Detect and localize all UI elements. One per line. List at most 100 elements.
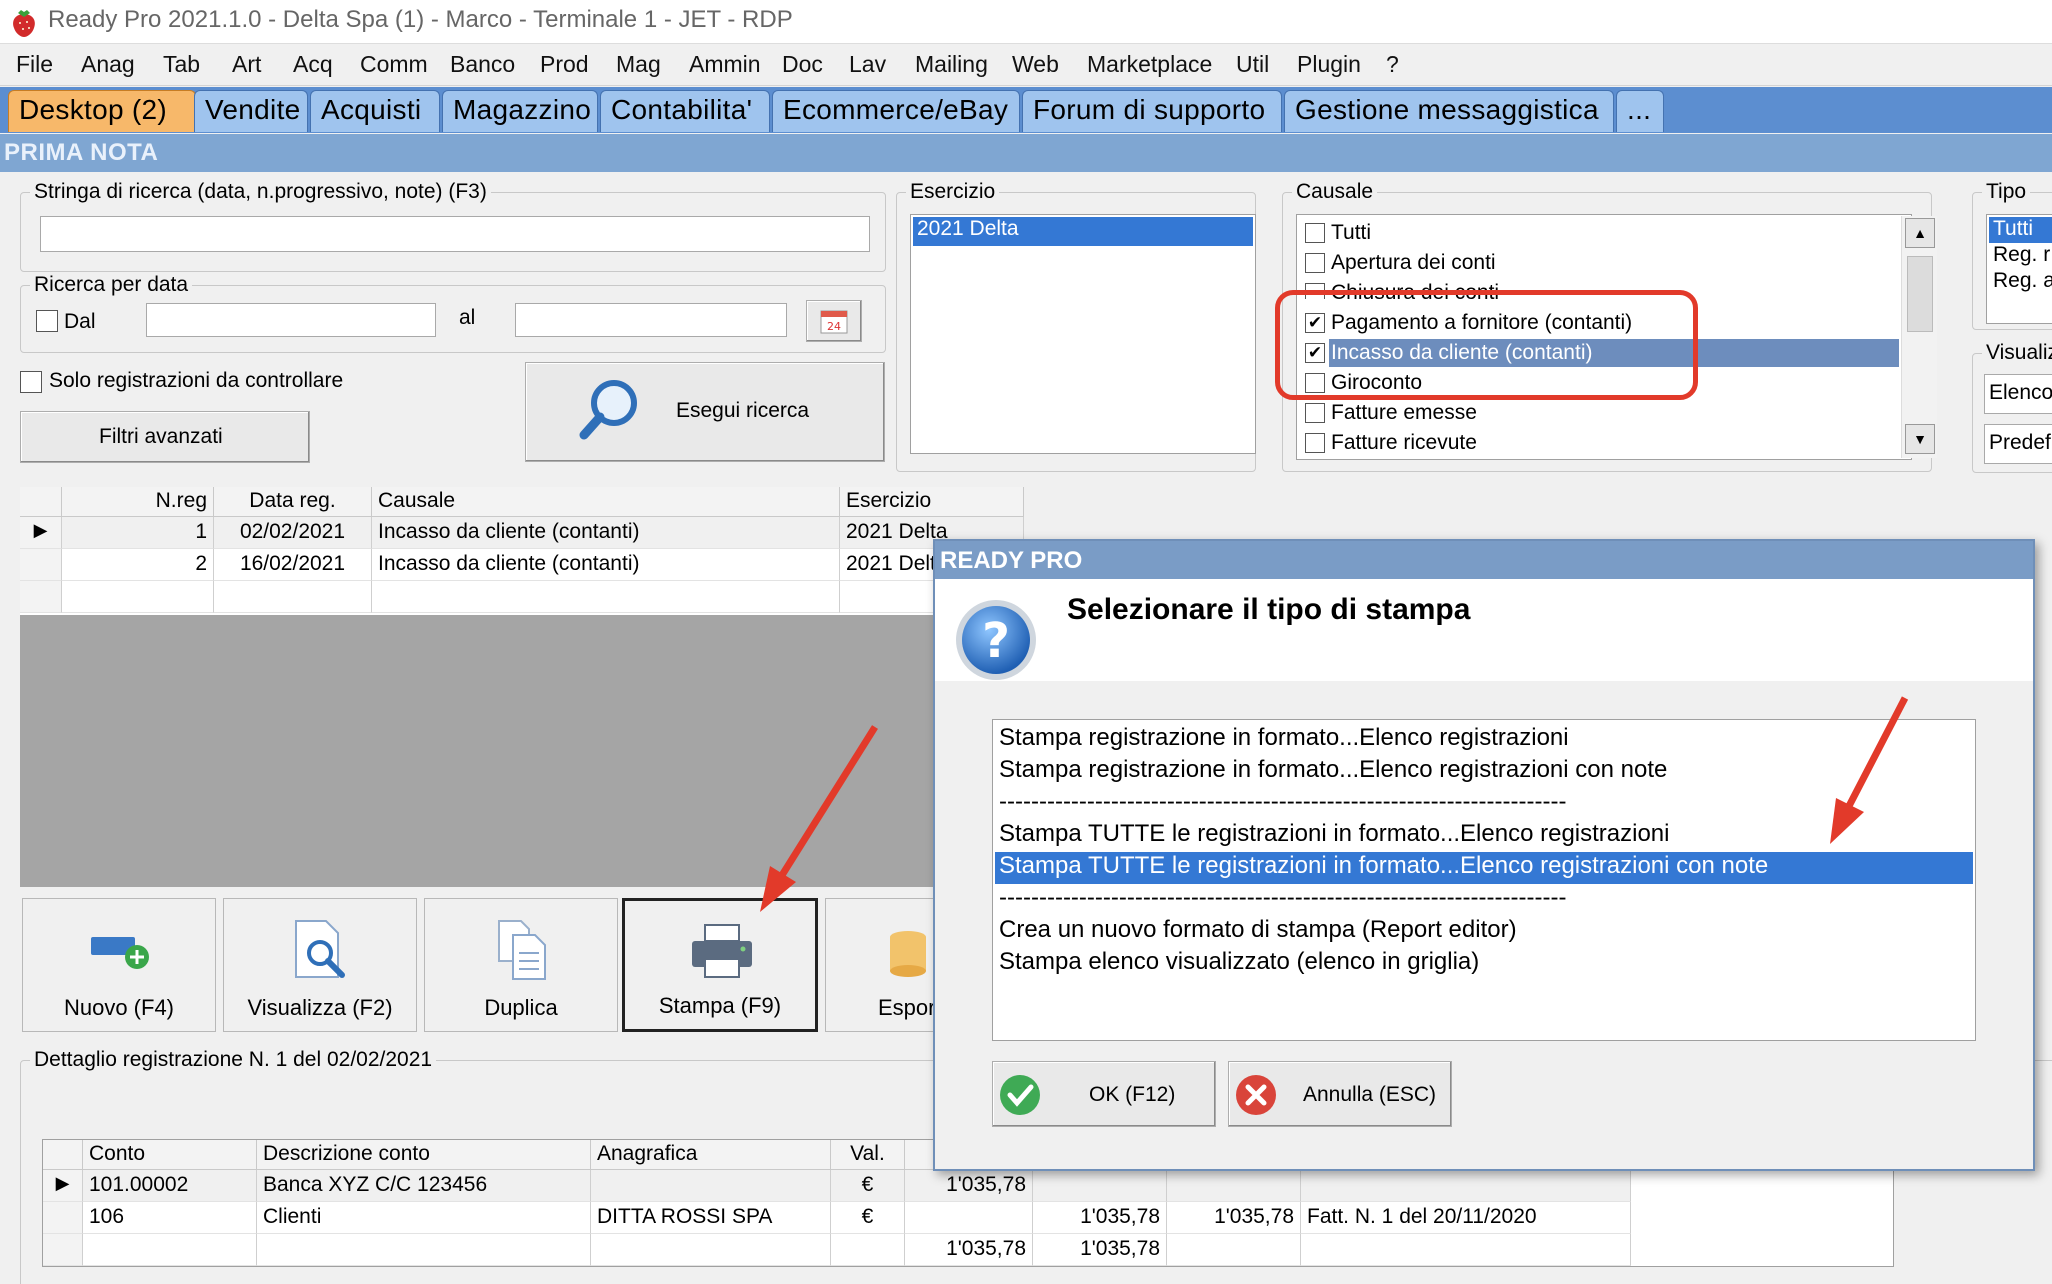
- cell-conto[interactable]: 106: [83, 1202, 257, 1234]
- causale-checkbox[interactable]: [1305, 403, 1325, 423]
- cell-anagrafica[interactable]: [591, 1234, 831, 1266]
- cell-note[interactable]: [1301, 1234, 1631, 1266]
- date-from-input[interactable]: [146, 303, 436, 337]
- tab-vendite[interactable]: Vendite: [194, 90, 308, 132]
- menu-acq[interactable]: Acq: [293, 51, 333, 78]
- cell-avere[interactable]: [1033, 1170, 1167, 1202]
- cell-descrizione[interactable]: Clienti: [257, 1202, 591, 1234]
- scroll-up-icon[interactable]: ▲: [1905, 218, 1935, 248]
- cell-val[interactable]: [831, 1234, 905, 1266]
- cell-descrizione[interactable]: [257, 1234, 591, 1266]
- causale-item[interactable]: Fatture emesse: [1301, 399, 1901, 429]
- col-conto-header[interactable]: Conto: [83, 1140, 257, 1170]
- col-descrizione-header[interactable]: Descrizione conto: [257, 1140, 591, 1170]
- cell-val[interactable]: €: [831, 1202, 905, 1234]
- col-esercizio-header[interactable]: Esercizio: [840, 487, 1024, 517]
- cell-conto[interactable]: [83, 1234, 257, 1266]
- menu-art[interactable]: Art: [232, 51, 261, 78]
- col-anagrafica-header[interactable]: Anagrafica: [591, 1140, 831, 1170]
- col-nreg-header[interactable]: N.reg: [62, 487, 214, 517]
- cell-dare[interactable]: 1'035,78: [905, 1170, 1033, 1202]
- menu-help[interactable]: ?: [1386, 51, 1399, 78]
- causale-item[interactable]: Apertura dei conti: [1301, 249, 1901, 279]
- menu-mailing[interactable]: Mailing: [915, 51, 988, 78]
- menu-lav[interactable]: Lav: [849, 51, 886, 78]
- menu-file[interactable]: File: [16, 51, 53, 78]
- print-options-list[interactable]: Stampa registrazione in formato...Elenco…: [992, 719, 1976, 1041]
- causale-checkbox[interactable]: [1305, 433, 1325, 453]
- cell-descrizione[interactable]: Banca XYZ C/C 123456: [257, 1170, 591, 1202]
- dal-checkbox[interactable]: [36, 310, 58, 332]
- tab-more[interactable]: ...: [1616, 90, 1664, 132]
- scroll-thumb[interactable]: [1907, 256, 1933, 332]
- menu-web[interactable]: Web: [1012, 51, 1059, 78]
- print-option[interactable]: Stampa TUTTE le registrazioni in formato…: [997, 820, 1973, 852]
- cell-conto[interactable]: 101.00002: [83, 1170, 257, 1202]
- tab-desktop[interactable]: Desktop (2): [8, 90, 196, 132]
- menu-prod[interactable]: Prod: [540, 51, 589, 78]
- duplica-button[interactable]: Duplica: [424, 898, 618, 1032]
- run-search-button[interactable]: Esegui ricerca: [525, 362, 885, 462]
- menu-doc[interactable]: Doc: [782, 51, 823, 78]
- cell-data[interactable]: 16/02/2021: [214, 549, 372, 581]
- calendar-button[interactable]: 24: [806, 300, 862, 342]
- advanced-filters-button[interactable]: Filtri avanzati: [20, 411, 310, 463]
- col-causale-header[interactable]: Causale: [372, 487, 840, 517]
- causale-item[interactable]: Fatture ricevute: [1301, 429, 1901, 459]
- cell-anagrafica[interactable]: DITTA ROSSI SPA: [591, 1202, 831, 1234]
- tab-messaggistica[interactable]: Gestione messaggistica: [1284, 90, 1614, 132]
- cell-empty[interactable]: [62, 581, 214, 613]
- causale-checkbox[interactable]: [1305, 253, 1325, 273]
- menu-marketplace[interactable]: Marketplace: [1087, 51, 1212, 78]
- menu-util[interactable]: Util: [1236, 51, 1269, 78]
- menu-banco[interactable]: Banco: [450, 51, 515, 78]
- ok-button[interactable]: OK (F12): [992, 1061, 1216, 1127]
- visualizza-button[interactable]: Visualizza (F2): [223, 898, 417, 1032]
- tipo-list[interactable]: Tutti Reg. r Reg. a: [1986, 214, 2052, 324]
- menu-plugin[interactable]: Plugin: [1297, 51, 1361, 78]
- cell-empty[interactable]: [372, 581, 840, 613]
- cell-anagrafica[interactable]: [591, 1170, 831, 1202]
- tab-ecommerce[interactable]: Ecommerce/eBay: [772, 90, 1020, 132]
- layout-select[interactable]: Predef: [1984, 424, 2052, 464]
- cell-empty[interactable]: [214, 581, 372, 613]
- print-option[interactable]: Crea un nuovo formato di stampa (Report …: [997, 916, 1973, 948]
- cell-note[interactable]: Fatt. N. 1 del 20/11/2020: [1301, 1202, 1631, 1234]
- solo-controllare-checkbox[interactable]: [20, 371, 42, 393]
- print-option[interactable]: Stampa registrazione in formato...Elenco…: [997, 724, 1973, 756]
- nuovo-button[interactable]: Nuovo (F4): [22, 898, 216, 1032]
- registrazioni-grid[interactable]: N.reg Data reg. Causale Esercizio ▶ 1 02…: [20, 487, 1024, 615]
- tipo-item[interactable]: Reg. r: [1989, 243, 2052, 269]
- scroll-down-icon[interactable]: ▼: [1905, 424, 1935, 454]
- cell-nreg[interactable]: 2: [62, 549, 214, 581]
- tipo-item[interactable]: Tutti: [1989, 217, 2052, 243]
- col-val-header[interactable]: Val.: [831, 1140, 905, 1170]
- search-input[interactable]: [40, 216, 870, 252]
- cell-importo[interactable]: [1167, 1170, 1301, 1202]
- causale-checkbox[interactable]: [1305, 223, 1325, 243]
- stampa-button[interactable]: Stampa (F9): [622, 898, 818, 1032]
- menu-mag[interactable]: Mag: [616, 51, 661, 78]
- cell-data[interactable]: 02/02/2021: [214, 517, 372, 549]
- cell-note[interactable]: [1301, 1170, 1631, 1202]
- esercizio-list[interactable]: 2021 Delta: [910, 214, 1256, 454]
- tab-contabilita[interactable]: Contabilita': [600, 90, 770, 132]
- cell-nreg[interactable]: 1: [62, 517, 214, 549]
- menu-tab[interactable]: Tab: [163, 51, 200, 78]
- cell-importo[interactable]: 1'035,78: [1167, 1202, 1301, 1234]
- cell-avere[interactable]: 1'035,78: [1033, 1202, 1167, 1234]
- tab-acquisti[interactable]: Acquisti: [310, 90, 440, 132]
- esercizio-item[interactable]: 2021 Delta: [913, 217, 1253, 246]
- menu-comm[interactable]: Comm: [360, 51, 428, 78]
- menu-ammin[interactable]: Ammin: [689, 51, 761, 78]
- cell-val[interactable]: €: [831, 1170, 905, 1202]
- cell-causale[interactable]: Incasso da cliente (contanti): [372, 517, 840, 549]
- cell-importo[interactable]: [1167, 1234, 1301, 1266]
- print-option[interactable]: Stampa elenco visualizzato (elenco in gr…: [997, 948, 1973, 980]
- print-option-selected[interactable]: Stampa TUTTE le registrazioni in formato…: [995, 852, 1973, 884]
- cell-causale[interactable]: Incasso da cliente (contanti): [372, 549, 840, 581]
- causale-item[interactable]: Tutti: [1301, 219, 1901, 249]
- causale-scrollbar[interactable]: ▲ ▼: [1901, 216, 1937, 458]
- tipo-item[interactable]: Reg. a: [1989, 269, 2052, 295]
- cancel-button[interactable]: Annulla (ESC): [1228, 1061, 1452, 1127]
